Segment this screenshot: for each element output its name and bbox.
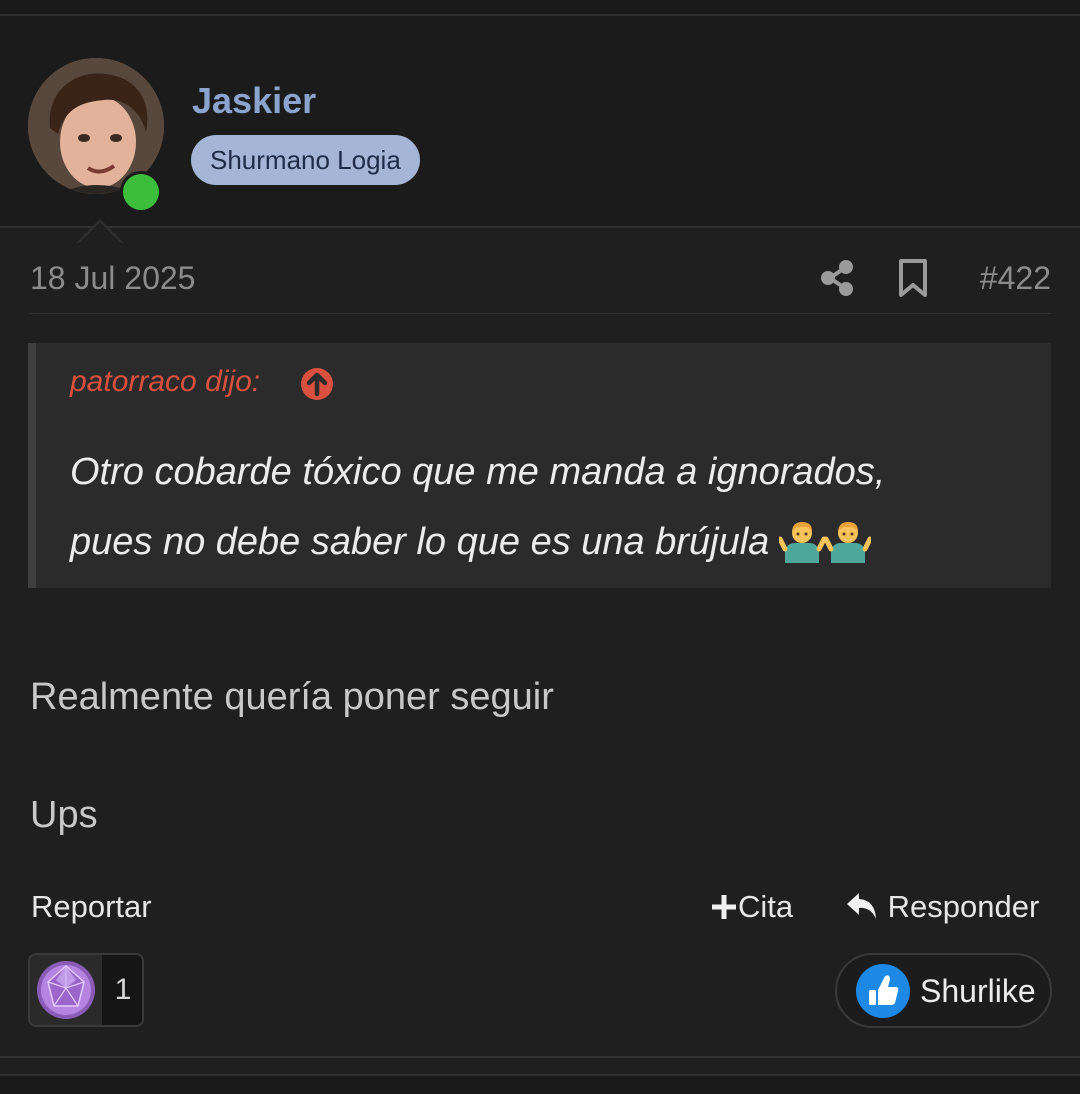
post-bottom-divider [0, 1056, 1080, 1058]
bottom-strip [0, 1074, 1080, 1094]
quote-author[interactable]: patorraco dijo: [70, 365, 260, 399]
share-icon[interactable] [818, 258, 856, 298]
post-number[interactable]: #422 [980, 260, 1051, 297]
top-strip [0, 0, 1080, 16]
cite-button[interactable]: Cita [710, 889, 793, 925]
message-pointer [76, 219, 124, 244]
post-date[interactable]: 18 Jul 2025 [30, 260, 195, 297]
user-header: Jaskier Shurmano Logia [0, 16, 1080, 244]
post-body-text: Ups [30, 794, 98, 836]
cite-label: Cita [738, 889, 794, 924]
reply-arrow-icon [847, 893, 876, 919]
reaction-summary[interactable]: 1 [28, 953, 144, 1027]
report-button[interactable]: Reportar [31, 889, 152, 925]
shurlike-label: Shurlike [920, 973, 1036, 1009]
gem-icon [37, 961, 95, 1019]
gem-reaction [30, 955, 102, 1025]
quote-block[interactable]: patorraco dijo: Otro cobarde tóxico que … [28, 343, 1051, 588]
username[interactable]: Jaskier [192, 80, 316, 122]
arrow-up-circle-icon[interactable] [300, 367, 334, 401]
meta-divider [30, 313, 1051, 314]
user-title-badge: Shurmano Logia [191, 135, 420, 185]
man-shrugging-emoji [825, 522, 872, 563]
bookmark-icon[interactable] [896, 258, 930, 298]
man-shrugging-emoji [779, 522, 826, 563]
post-body-text: Realmente quería poner seguir [30, 676, 554, 718]
quote-text-line: pues no debe saber lo que es una brújula [70, 517, 872, 564]
online-status-indicator [120, 171, 162, 213]
reply-button[interactable]: Responder [845, 889, 1039, 925]
thumbs-up-icon [856, 964, 910, 1018]
shurlike-button[interactable]: Shurlike [835, 953, 1052, 1028]
plus-icon [712, 895, 736, 919]
reply-label: Responder [887, 889, 1040, 924]
reaction-count: 1 [102, 955, 142, 1025]
quote-text-line: Otro cobarde tóxico que me manda a ignor… [70, 451, 886, 493]
